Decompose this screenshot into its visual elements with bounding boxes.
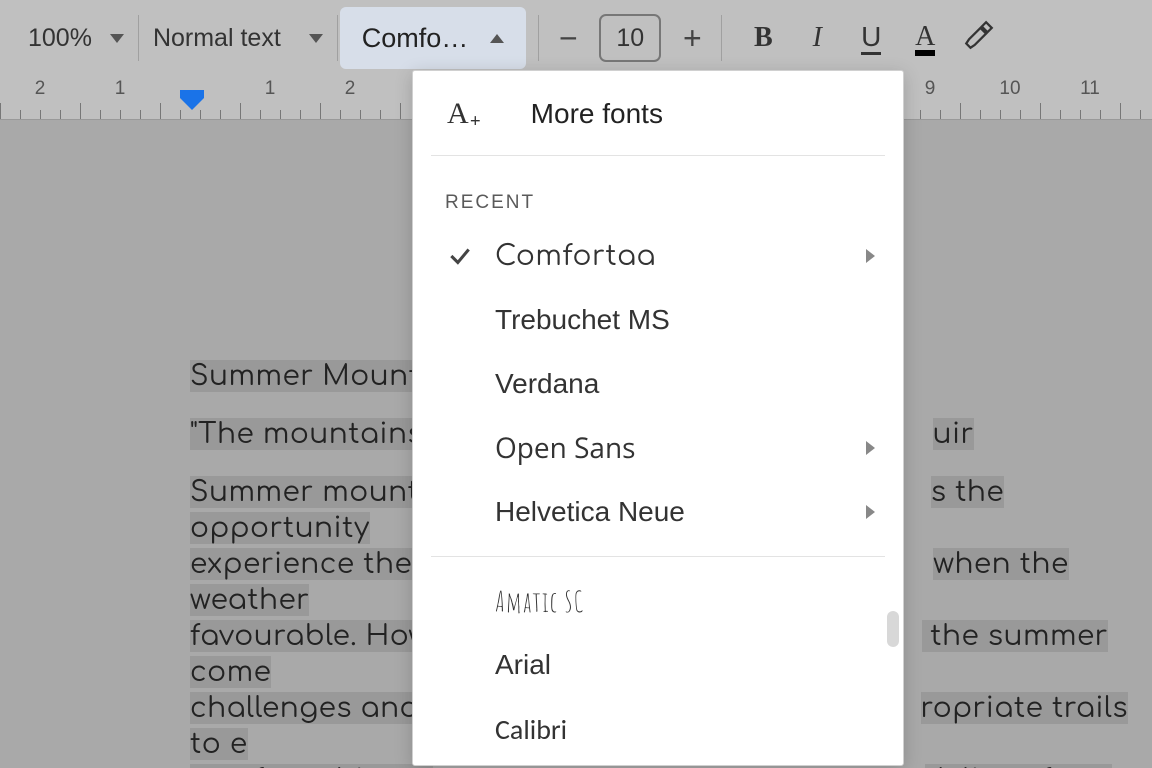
chevron-down-icon bbox=[110, 34, 124, 43]
paragraph-style-dropdown[interactable]: Normal text bbox=[139, 0, 337, 76]
divider bbox=[337, 15, 338, 61]
indent-marker[interactable] bbox=[180, 90, 204, 110]
font-size-control: − 10 + bbox=[539, 0, 721, 76]
font-menu-item[interactable]: Open Sans bbox=[413, 416, 903, 480]
paragraph-style-label: Normal text bbox=[153, 24, 281, 53]
doc-text[interactable]: Summer Mounta bbox=[190, 360, 440, 392]
chevron-right-icon bbox=[866, 505, 875, 519]
ruler-number: 11 bbox=[1080, 78, 1100, 100]
highlighter-icon bbox=[962, 18, 996, 52]
chevron-up-icon bbox=[490, 34, 504, 43]
ruler-number: 2 bbox=[35, 78, 46, 100]
scrollbar-thumb[interactable] bbox=[887, 611, 899, 647]
bold-button[interactable]: B bbox=[736, 22, 790, 54]
font-menu: A+ More fonts RECENT Comfortaa Trebuchet … bbox=[412, 70, 904, 766]
chevron-right-icon bbox=[866, 441, 875, 455]
format-group: B I U A bbox=[722, 0, 1020, 76]
font-name-label: Amatic SC bbox=[495, 584, 584, 619]
chevron-right-icon bbox=[866, 249, 875, 263]
more-fonts-icon: A+ bbox=[447, 97, 469, 131]
font-menu-item[interactable]: Calibri bbox=[413, 697, 903, 761]
ruler-number: 10 bbox=[999, 78, 1020, 100]
more-fonts-label: More fonts bbox=[531, 98, 663, 130]
doc-text[interactable]: challenges and bbox=[190, 692, 429, 724]
font-menu-item[interactable]: Comfortaa bbox=[413, 224, 903, 288]
more-fonts-item[interactable]: A+ More fonts bbox=[413, 71, 903, 155]
font-name-label: Calibri bbox=[495, 712, 567, 747]
divider bbox=[431, 556, 885, 557]
text-color-button[interactable]: A bbox=[898, 20, 952, 56]
font-name-label: Arial bbox=[495, 649, 551, 681]
increase-font-size-button[interactable]: + bbox=[677, 20, 707, 57]
font-size-input[interactable]: 10 bbox=[599, 14, 661, 62]
doc-text[interactable]: favourable. How bbox=[190, 620, 430, 652]
decrease-font-size-button[interactable]: − bbox=[553, 20, 583, 57]
toolbar: 100% Normal text Comfo… − 10 + B I U A bbox=[0, 0, 1152, 76]
italic-button[interactable]: I bbox=[790, 22, 844, 54]
font-menu-item[interactable]: Amatic SC bbox=[413, 569, 903, 633]
ruler-number: 2 bbox=[345, 78, 356, 100]
font-name-label: Trebuchet MS bbox=[495, 304, 670, 336]
font-menu-item[interactable]: Helvetica Neue bbox=[413, 480, 903, 544]
font-family-dropdown[interactable]: Comfo… bbox=[340, 7, 527, 69]
font-name-label: Open Sans bbox=[495, 429, 636, 467]
doc-text[interactable]: Summer mounta bbox=[190, 476, 439, 508]
chevron-down-icon bbox=[309, 34, 323, 43]
doc-text[interactable]: uir bbox=[933, 418, 974, 450]
zoom-level: 100% bbox=[28, 24, 92, 53]
font-family-label: Comfo… bbox=[362, 23, 469, 54]
check-icon bbox=[447, 243, 473, 269]
underline-button[interactable]: U bbox=[844, 21, 898, 54]
zoom-control[interactable]: 100% bbox=[14, 0, 138, 76]
doc-text[interactable]: experience the b bbox=[190, 548, 441, 580]
doc-text[interactable]: comfort, this art bbox=[190, 764, 433, 768]
font-name-label: Verdana bbox=[495, 368, 599, 400]
ruler-number: 1 bbox=[265, 78, 276, 100]
font-menu-item[interactable]: Trebuchet MS bbox=[413, 288, 903, 352]
ruler-number: 9 bbox=[925, 78, 936, 100]
font-name-label: Helvetica Neue bbox=[495, 496, 685, 528]
ruler-number: 1 bbox=[115, 78, 126, 100]
doc-text[interactable]: "The mountains bbox=[190, 418, 432, 450]
font-menu-item[interactable]: Arial bbox=[413, 633, 903, 697]
highlight-color-button[interactable] bbox=[952, 18, 1006, 59]
recent-section-label: RECENT bbox=[413, 156, 903, 224]
font-name-label: Comfortaa bbox=[495, 240, 656, 272]
font-menu-item[interactable]: Verdana bbox=[413, 352, 903, 416]
